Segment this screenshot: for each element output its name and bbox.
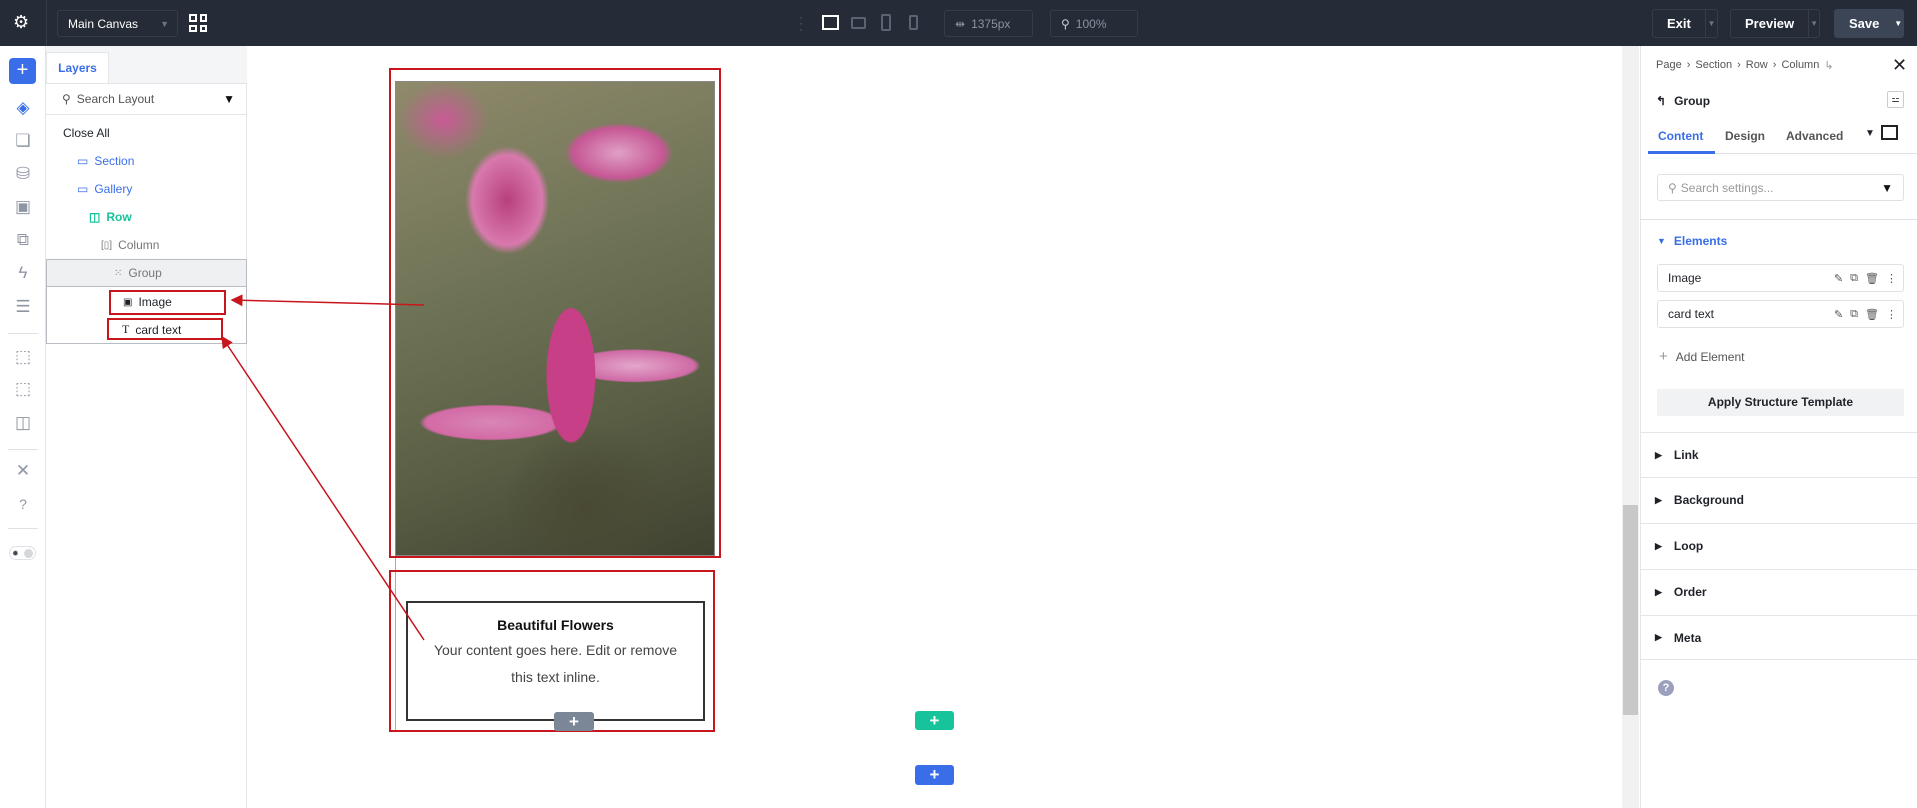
caret-down-icon: ▼ (1657, 236, 1666, 246)
section-label: Loop (1673, 539, 1704, 553)
breadcrumb-column[interactable]: Column (1781, 59, 1819, 72)
section-link[interactable]: ▶ Link (1641, 432, 1917, 477)
divider (1641, 219, 1917, 220)
search-icon: ⚲ (1668, 180, 1677, 195)
caret-right-icon: ▶ (1655, 540, 1662, 551)
trash-icon[interactable]: 🗑 (1865, 272, 1879, 285)
arrow-card-text (221, 335, 425, 641)
caret-right-icon: ▶ (1655, 449, 1662, 460)
section-label: Meta (1673, 630, 1702, 645)
element-label: card text (1668, 307, 1715, 321)
arrow-image (230, 294, 425, 307)
section-loop[interactable]: ▶ Loop (1641, 523, 1917, 568)
caret-right-icon: ▶ (1655, 586, 1662, 597)
add-element-label: Add Element (1675, 350, 1745, 364)
section-label: Order (1673, 585, 1707, 599)
more-vertical-icon[interactable]: ⋮ (1886, 308, 1897, 321)
search-placeholder: Search settings... (1680, 180, 1774, 195)
element-title: ↰ Group (1656, 94, 1710, 108)
trash-icon[interactable]: 🗑 (1865, 308, 1879, 321)
duplicate-icon[interactable]: ⧉ (1850, 272, 1858, 285)
breadcrumb-row[interactable]: Row (1746, 59, 1768, 72)
section-order[interactable]: ▶ Order (1641, 569, 1917, 614)
breadcrumb-section[interactable]: Section (1695, 59, 1732, 72)
return-arrow-icon: ↳ (1824, 60, 1834, 72)
tab-content[interactable]: Content (1658, 129, 1703, 143)
back-arrow-icon[interactable]: ↰ (1656, 94, 1666, 108)
canvas-scrollbar[interactable] (1622, 46, 1639, 808)
element-row-image[interactable]: Image ✎ ⧉ 🗑 ⋮ (1657, 264, 1904, 292)
section-meta[interactable]: ▶ Meta (1641, 615, 1917, 660)
element-row-card-text[interactable]: card text ✎ ⧉ 🗑 ⋮ (1657, 300, 1904, 328)
tab-advanced[interactable]: Advanced (1786, 129, 1843, 143)
plus-icon: + (1659, 348, 1668, 365)
settings-panel: Page › Section › Row › Column ↳ ✕ ↰ Group ⚍ … (1640, 46, 1917, 808)
elements-section-toggle[interactable]: ▼ Elements (1657, 234, 1727, 248)
add-element-link[interactable]: + Add Element (1659, 348, 1745, 365)
breadcrumb: Page › Section › Row › Column ↳ (1656, 59, 1834, 72)
scrollbar-thumb[interactable] (1623, 505, 1638, 715)
breadcrumb-page[interactable]: Page (1656, 59, 1682, 72)
breakpoint-desktop-icon[interactable] (1881, 125, 1898, 140)
caret-right-icon: ▶ (1655, 632, 1662, 642)
edit-pencil-icon[interactable]: ✎ (1834, 308, 1843, 321)
elements-heading: Elements (1673, 234, 1728, 248)
caret-right-icon: ▶ (1655, 494, 1662, 505)
panel-options-icon[interactable]: ⚍ (1887, 91, 1904, 108)
help-icon[interactable]: ? (1658, 680, 1674, 696)
tab-design[interactable]: Design (1725, 129, 1765, 143)
more-vertical-icon[interactable]: ⋮ (1886, 272, 1897, 285)
tab-more-dropdown-icon[interactable]: ▼ (1865, 128, 1875, 139)
section-background[interactable]: ▶ Background (1641, 477, 1917, 522)
element-label: Image (1668, 271, 1702, 285)
settings-search-input[interactable]: ⚲ Search settings... ▼ (1657, 174, 1904, 201)
section-label: Background (1673, 493, 1744, 507)
filter-icon[interactable]: ▼ (1881, 181, 1893, 195)
close-panel-icon[interactable]: ✕ (1892, 55, 1907, 76)
active-tab-underline (1648, 151, 1715, 154)
section-label: Link (1673, 448, 1699, 462)
apply-structure-template-button[interactable]: Apply Structure Template (1657, 389, 1904, 416)
duplicate-icon[interactable]: ⧉ (1850, 308, 1858, 321)
element-title-text: Group (1674, 94, 1711, 108)
edit-pencil-icon[interactable]: ✎ (1834, 272, 1843, 285)
